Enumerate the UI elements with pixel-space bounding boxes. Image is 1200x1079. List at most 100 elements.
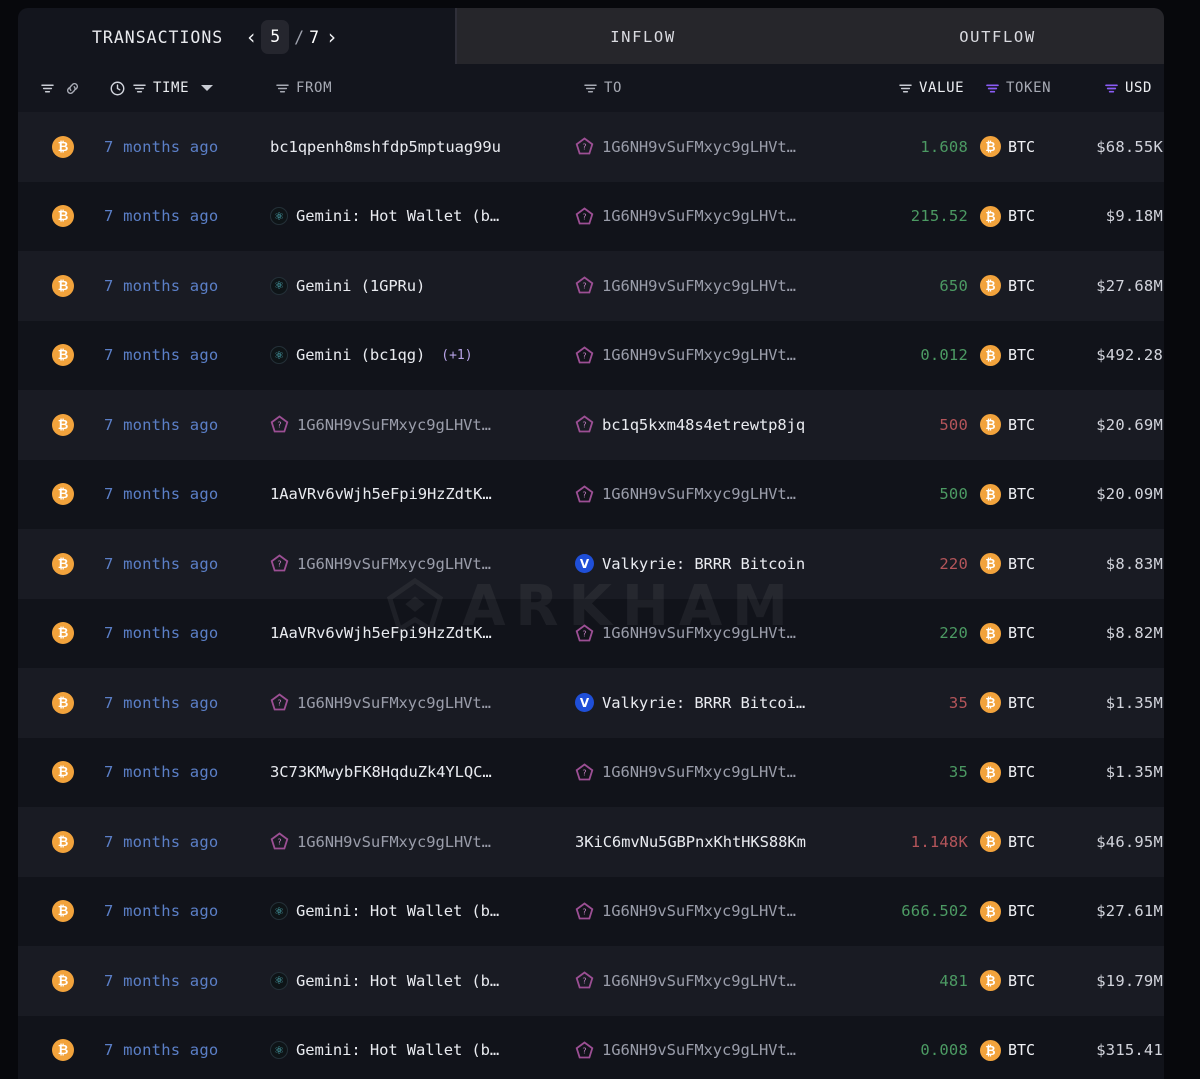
cell-from[interactable]: ⚛ Gemini: Hot Wallet (b… xyxy=(270,877,570,947)
cell-token[interactable]: ₿ BTC xyxy=(980,390,1060,460)
cell-from[interactable]: 1AaVRv6vWjh5eFpi9HzZdtK… xyxy=(270,460,570,530)
table-row[interactable]: ₿ 7 months ago? 1G6NH9vSuFMxyc9gLHVt…? bc1q… xyxy=(18,390,1164,460)
from-address[interactable]: Gemini (bc1qg) xyxy=(296,346,425,364)
filter-icon[interactable] xyxy=(583,83,598,94)
from-address[interactable]: Gemini: Hot Wallet (b… xyxy=(296,972,499,990)
column-header-chain[interactable] xyxy=(40,64,81,112)
from-address[interactable]: 1G6NH9vSuFMxyc9gLHVt… xyxy=(297,833,491,851)
from-address[interactable]: 1AaVRv6vWjh5eFpi9HzZdtK… xyxy=(270,485,492,503)
from-address[interactable]: Gemini: Hot Wallet (b… xyxy=(296,902,499,920)
filter-icon[interactable] xyxy=(40,83,55,94)
table-row[interactable]: ₿ 7 months ago 1AaVRv6vWjh5eFpi9HzZdtK…? 1G… xyxy=(18,459,1164,530)
cell-token[interactable]: ₿ BTC xyxy=(980,1016,1060,1079)
from-address[interactable]: Gemini: Hot Wallet (b… xyxy=(296,1041,499,1059)
to-address[interactable]: 1G6NH9vSuFMxyc9gLHVt… xyxy=(602,972,796,990)
from-address[interactable]: 1G6NH9vSuFMxyc9gLHVt… xyxy=(297,416,491,434)
table-row[interactable]: ₿ 7 months ago ⚛ Gemini: Hot Wallet (b…? 1G6… xyxy=(18,1015,1164,1079)
to-address[interactable]: 1G6NH9vSuFMxyc9gLHVt… xyxy=(602,1041,796,1059)
cell-token[interactable]: ₿ BTC xyxy=(980,807,1060,877)
to-address[interactable]: 1G6NH9vSuFMxyc9gLHVt… xyxy=(602,277,796,295)
cell-from[interactable]: bc1qpenh8mshfdp5mptuag99u xyxy=(270,112,570,182)
cell-token[interactable]: ₿ BTC xyxy=(980,946,1060,1016)
cell-token[interactable]: ₿ BTC xyxy=(980,182,1060,252)
cell-from[interactable]: ? 1G6NH9vSuFMxyc9gLHVt… xyxy=(270,529,570,599)
cell-to[interactable]: ? 1G6NH9vSuFMxyc9gLHVt… xyxy=(575,1016,880,1079)
cell-from[interactable]: 3C73KMwybFK8HqduZk4YLQC… xyxy=(270,738,570,808)
column-header-to[interactable]: TO xyxy=(583,64,622,112)
filter-icon-active[interactable] xyxy=(1104,83,1119,94)
table-row[interactable]: ₿ 7 months ago bc1qpenh8mshfdp5mptuag99u? 1… xyxy=(18,112,1164,182)
to-address[interactable]: bc1q5kxm48s4etrewtp8jq xyxy=(602,416,805,434)
from-address[interactable]: 1AaVRv6vWjh5eFpi9HzZdtK… xyxy=(270,624,492,642)
from-address[interactable]: Gemini: Hot Wallet (b… xyxy=(296,207,499,225)
from-address[interactable]: 1G6NH9vSuFMxyc9gLHVt… xyxy=(297,555,491,573)
cell-token[interactable]: ₿ BTC xyxy=(980,321,1060,391)
cell-from[interactable]: ? 1G6NH9vSuFMxyc9gLHVt… xyxy=(270,668,570,738)
from-address[interactable]: bc1qpenh8mshfdp5mptuag99u xyxy=(270,138,501,156)
cell-token[interactable]: ₿ BTC xyxy=(980,251,1060,321)
cell-to[interactable]: ? 1G6NH9vSuFMxyc9gLHVt… xyxy=(575,182,880,252)
cell-to[interactable]: ? 1G6NH9vSuFMxyc9gLHVt… xyxy=(575,112,880,182)
cell-token[interactable]: ₿ BTC xyxy=(980,460,1060,530)
cell-token[interactable]: ₿ BTC xyxy=(980,738,1060,808)
current-page[interactable]: 5 xyxy=(261,19,290,55)
column-header-token[interactable]: TOKEN xyxy=(985,64,1051,112)
cell-token[interactable]: ₿ BTC xyxy=(980,529,1060,599)
cell-to[interactable]: ? 1G6NH9vSuFMxyc9gLHVt… xyxy=(575,321,880,391)
cell-to[interactable]: ? 1G6NH9vSuFMxyc9gLHVt… xyxy=(575,946,880,1016)
column-header-value[interactable]: VALUE xyxy=(898,64,964,112)
cell-token[interactable]: ₿ BTC xyxy=(980,112,1060,182)
cell-from[interactable]: ⚛ Gemini: Hot Wallet (b… xyxy=(270,1016,570,1079)
cell-to[interactable]: ? bc1q5kxm48s4etrewtp8jq xyxy=(575,390,880,460)
table-row[interactable]: ₿ 7 months ago ⚛ Gemini: Hot Wallet (b…? 1G6… xyxy=(18,181,1164,252)
from-address[interactable]: 3C73KMwybFK8HqduZk4YLQC… xyxy=(270,763,492,781)
to-address[interactable]: 1G6NH9vSuFMxyc9gLHVt… xyxy=(602,485,796,503)
column-header-time[interactable]: TIME xyxy=(109,64,214,112)
to-address[interactable]: 1G6NH9vSuFMxyc9gLHVt… xyxy=(602,902,796,920)
cell-to[interactable]: ? 1G6NH9vSuFMxyc9gLHVt… xyxy=(575,599,880,669)
chevron-down-icon[interactable] xyxy=(201,85,214,91)
cell-to[interactable]: 3KiC6mvNu5GBPnxKhtHKS88Km xyxy=(575,807,880,877)
to-address[interactable]: 3KiC6mvNu5GBPnxKhtHKS88Km xyxy=(575,833,806,851)
table-row[interactable]: ₿ 7 months ago? 1G6NH9vSuFMxyc9gLHVt… 3KiC6… xyxy=(18,807,1164,877)
cell-from[interactable]: ⚛ Gemini: Hot Wallet (b… xyxy=(270,182,570,252)
tab-outflow[interactable]: OUTFLOW xyxy=(829,8,1164,66)
to-address[interactable]: Valkyrie: BRRR Bitcoi… xyxy=(602,694,805,712)
cell-to[interactable]: ? 1G6NH9vSuFMxyc9gLHVt… xyxy=(575,738,880,808)
table-row[interactable]: ₿ 7 months ago ⚛ Gemini (bc1qg) (+1)? 1G6NH9v… xyxy=(18,320,1164,391)
column-header-usd[interactable]: USD xyxy=(1104,64,1152,112)
cell-from[interactable]: ⚛ Gemini (bc1qg) (+1) xyxy=(270,321,570,391)
filter-icon[interactable] xyxy=(275,83,290,94)
cell-from[interactable]: ? 1G6NH9vSuFMxyc9gLHVt… xyxy=(270,807,570,877)
chain-link-icon[interactable] xyxy=(64,80,81,97)
table-row[interactable]: ₿ 7 months ago? 1G6NH9vSuFMxyc9gLHVt… V Valk… xyxy=(18,529,1164,599)
from-address[interactable]: 1G6NH9vSuFMxyc9gLHVt… xyxy=(297,694,491,712)
filter-icon[interactable] xyxy=(898,83,913,94)
filter-icon[interactable] xyxy=(132,83,147,94)
to-address[interactable]: 1G6NH9vSuFMxyc9gLHVt… xyxy=(602,207,796,225)
table-row[interactable]: ₿ 7 months ago ⚛ Gemini: Hot Wallet (b…? 1G6… xyxy=(18,876,1164,947)
cell-from[interactable]: ⚛ Gemini (1GPRu) xyxy=(270,251,570,321)
table-row[interactable]: ₿ 7 months ago 1AaVRv6vWjh5eFpi9HzZdtK…? 1G… xyxy=(18,598,1164,669)
column-header-from[interactable]: FROM xyxy=(275,64,332,112)
cell-to[interactable]: V Valkyrie: BRRR Bitcoin xyxy=(575,529,880,599)
tab-inflow[interactable]: INFLOW xyxy=(457,8,829,66)
cell-from[interactable]: ? 1G6NH9vSuFMxyc9gLHVt… xyxy=(270,390,570,460)
from-address[interactable]: Gemini (1GPRu) xyxy=(296,277,425,295)
to-address[interactable]: 1G6NH9vSuFMxyc9gLHVt… xyxy=(602,346,796,364)
cell-from[interactable]: ⚛ Gemini: Hot Wallet (b… xyxy=(270,946,570,1016)
to-address[interactable]: 1G6NH9vSuFMxyc9gLHVt… xyxy=(602,763,796,781)
cell-to[interactable]: ? 1G6NH9vSuFMxyc9gLHVt… xyxy=(575,460,880,530)
to-address[interactable]: 1G6NH9vSuFMxyc9gLHVt… xyxy=(602,138,796,156)
to-address[interactable]: 1G6NH9vSuFMxyc9gLHVt… xyxy=(602,624,796,642)
cell-to[interactable]: ? 1G6NH9vSuFMxyc9gLHVt… xyxy=(575,251,880,321)
table-row[interactable]: ₿ 7 months ago 3C73KMwybFK8HqduZk4YLQC…? 1G… xyxy=(18,737,1164,808)
cell-token[interactable]: ₿ BTC xyxy=(980,599,1060,669)
next-page-button[interactable]: › xyxy=(322,25,342,49)
cell-from[interactable]: 1AaVRv6vWjh5eFpi9HzZdtK… xyxy=(270,599,570,669)
cell-to[interactable]: V Valkyrie: BRRR Bitcoi… xyxy=(575,668,880,738)
filter-icon-active[interactable] xyxy=(985,83,1000,94)
table-row[interactable]: ₿ 7 months ago ⚛ Gemini: Hot Wallet (b…? 1G6… xyxy=(18,946,1164,1016)
cell-token[interactable]: ₿ BTC xyxy=(980,668,1060,738)
table-row[interactable]: ₿ 7 months ago? 1G6NH9vSuFMxyc9gLHVt… V Valk… xyxy=(18,668,1164,738)
